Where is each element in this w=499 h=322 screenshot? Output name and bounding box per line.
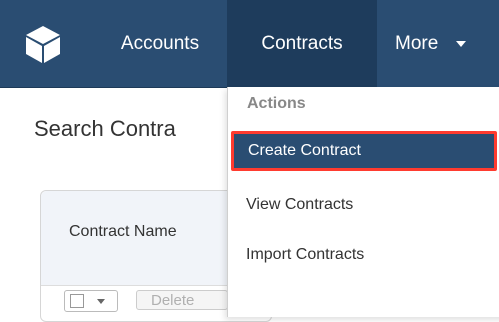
menu-section-actions: Actions bbox=[247, 95, 306, 112]
menu-item-create-contract[interactable]: Create Contract bbox=[231, 131, 497, 171]
cube-logo-icon[interactable] bbox=[24, 24, 62, 64]
select-all-checkbox[interactable] bbox=[70, 294, 84, 308]
top-navbar: Accounts Contracts More bbox=[0, 0, 499, 88]
mass-select-dropdown[interactable] bbox=[64, 290, 118, 312]
delete-button[interactable]: Delete bbox=[136, 290, 228, 310]
caret-down-icon bbox=[455, 40, 466, 47]
page-title: Search Contra bbox=[34, 116, 176, 141]
menu-item-view-contracts[interactable]: View Contracts bbox=[228, 185, 499, 225]
chevron-down-icon[interactable] bbox=[97, 299, 105, 304]
menu-item-import-contracts[interactable]: Import Contracts bbox=[228, 235, 499, 275]
column-header-contract-name[interactable]: Contract Name bbox=[69, 223, 177, 241]
contracts-dropdown-menu: Actions Create Contract View Contracts I… bbox=[227, 87, 499, 317]
nav-item-contracts[interactable]: Contracts bbox=[227, 0, 377, 87]
nav-item-more[interactable]: More bbox=[377, 0, 499, 87]
nav-item-accounts[interactable]: Accounts bbox=[93, 0, 227, 87]
nav-item-more-label: More bbox=[395, 33, 439, 54]
